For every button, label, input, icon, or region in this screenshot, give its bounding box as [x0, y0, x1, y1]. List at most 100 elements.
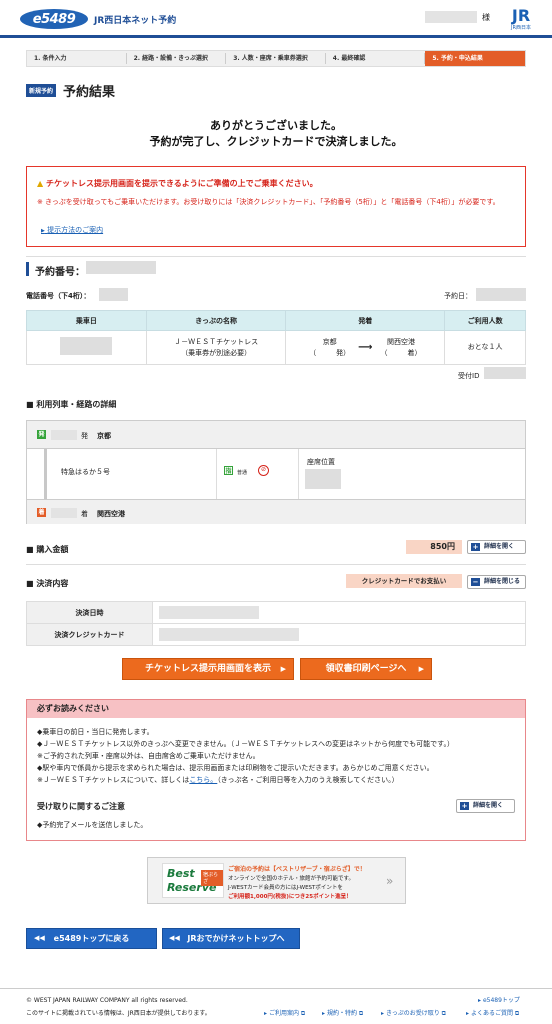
col-route: 発着	[285, 310, 446, 331]
notice-title: ▲ チケットレス提示用画面を提示できるようにご準備の上でご乗車ください。	[37, 178, 318, 189]
purchase-amount-title: ■ 購入金額	[26, 544, 68, 555]
notice-title-text: チケットレス提示用画面を提示できるようにご準備の上でご乗車ください。	[45, 179, 318, 188]
arrival-summary: 関西空港 （着）	[380, 337, 421, 359]
e5489-top-label: e5489トップに戻る	[53, 934, 130, 943]
plus-icon: +	[460, 802, 469, 810]
ticket-note: （乗車券が別途必要）	[181, 348, 252, 357]
payment-date-cell	[152, 601, 526, 624]
payment-card-label: 決済クレジットカード	[26, 623, 153, 646]
jr-logo-sub: JR西日本	[511, 25, 531, 31]
must-read-text: ※Ｊ－ＷＥＳＴチケットレスについて、詳しくは	[37, 776, 190, 784]
jr-logo-mark: JR	[511, 6, 531, 25]
arrival-suffix-label: 着	[81, 510, 88, 518]
square-bullet-icon: ■	[26, 400, 34, 409]
arrival-station: 関西空港	[386, 337, 415, 346]
footer: © WEST JAPAN RAILWAY COMPANY all rights …	[0, 988, 552, 1024]
table-row: 決済クレジットカード	[26, 623, 526, 646]
payment-date-label: 決済日時	[26, 601, 153, 624]
table-row: 決済日時	[26, 601, 526, 624]
user-name	[425, 11, 477, 23]
step-2: 2. 経路・設備・きっぷ選択	[127, 51, 227, 66]
purchase-detail-open-button[interactable]: + 詳細を開く	[467, 540, 526, 554]
step-5-active: 5. 予約・申込結果	[425, 51, 525, 66]
route-line	[44, 449, 47, 499]
arrival-time: （着）	[380, 348, 422, 357]
triangle-right-icon: ▸	[381, 1010, 385, 1017]
step-3: 3. 人数・座席・乗車券選択	[226, 51, 326, 66]
warning-icon: ▲	[37, 179, 44, 188]
must-read-line: ◆Ｊ－ＷＥＳＴチケットレス以外のきっぷへ変更できません。（Ｊ－ＷＥＳＴチケットレ…	[37, 740, 454, 748]
arrow-icon: ⟶	[358, 342, 373, 353]
route-summary: 京都 （発） ⟶ 関西空港 （着）	[286, 337, 444, 359]
col-boarding-date: 乗車日	[26, 310, 147, 331]
pickup-detail-open-label: 詳細を開く	[473, 802, 504, 809]
triangle-right-icon: ▸	[322, 1010, 326, 1017]
header: e5489 JR西日本ネット予約 様 JR JR西日本	[0, 0, 552, 38]
footer-link-text: 規約・特約	[326, 1010, 357, 1017]
square-bullet-icon: ■	[26, 545, 34, 554]
e5489-top-button[interactable]: ◀◀ e5489トップに戻る	[26, 928, 157, 949]
must-read-line: ※ご予約された列車・座席以外は、自由席含めご乗車いただけません。	[37, 752, 260, 760]
triangle-right-icon: ▸	[264, 1010, 268, 1017]
reservation-table: 乗車日 きっぷの名称 発着 ご利用人数 Ｊ－ＷＥＳＴチケットレス （乗車券が別途必…	[26, 310, 526, 365]
footer-link-text: よくあるご質問	[470, 1010, 513, 1017]
best-reserve-banner[interactable]: Best Reserve 宿ぷらざ ご宿泊の予約は【ベストリザーブ・宿ぷらざ】で…	[147, 857, 406, 904]
table-header-row: 乗車日 きっぷの名称 発着 ご利用人数	[26, 310, 526, 331]
best-reserve-logo: Best Reserve 宿ぷらざ	[162, 863, 224, 898]
payment-detail-close-button[interactable]: − 詳細を閉じる	[467, 575, 526, 589]
seat-position-value	[305, 469, 341, 489]
show-ticketless-screen-button[interactable]: チケットレス提示用画面を表示 ▶	[122, 658, 294, 680]
external-link-icon: ⧉	[514, 1010, 520, 1017]
departure-row: 発 発 京都	[27, 421, 525, 449]
must-read-title: 必ずお読みください	[27, 700, 525, 718]
footer-link-pickup[interactable]: ▸ きっぷのお受け取り ⧉	[381, 1008, 446, 1018]
ticketless-info-link[interactable]: こちら。	[189, 776, 217, 784]
banner-line4: ご利用額1,000円(税抜)につき25ポイント進呈！	[228, 894, 352, 900]
arrival-station-name: 関西空港	[97, 510, 125, 518]
display-method-link[interactable]: ▶ 提示方法のご案内	[41, 225, 103, 235]
e5489-logo[interactable]: e5489	[20, 9, 88, 29]
double-chevron-left-icon: ◀◀	[169, 934, 180, 942]
must-read-line: ◆駅や車内で係員から提示を求められた場合は、提示用画面または印刷物をご提示いただ…	[37, 764, 434, 772]
reservation-date-value	[476, 288, 526, 301]
arrow-right-icon: ▶	[418, 665, 424, 673]
step-1: 1. 条件入力	[27, 51, 127, 66]
boarding-date-cell	[26, 330, 147, 365]
footer-link-terms[interactable]: ▸ 規約・特約 ⧉	[322, 1008, 363, 1018]
payment-detail-close-label: 詳細を閉じる	[484, 578, 521, 585]
route-detail-title: ■ 利用列車・経路の詳細	[26, 399, 116, 410]
copyright: © WEST JAPAN RAILWAY COMPANY all rights …	[26, 997, 188, 1004]
display-method-link-text: 提示方法のご案内	[47, 226, 104, 234]
ticketless-notice: ▲ チケットレス提示用画面を提示できるようにご準備の上でご乗車ください。 ※ き…	[26, 166, 526, 247]
pickup-notes-body: ◆予約完了メールを送信しました。	[37, 821, 148, 829]
phone-label: 電話番号（下4桁）：	[26, 292, 91, 300]
triangle-right-icon: ▸	[466, 1010, 470, 1017]
footer-link-guide[interactable]: ▸ ご利用案内 ⧉	[264, 1008, 305, 1018]
col-ticket-name: きっぷの名称	[145, 310, 287, 331]
col-passengers: ご利用人数	[444, 310, 526, 331]
section-marker	[26, 262, 29, 276]
arrival-suffix: 着）	[407, 348, 422, 357]
receipt-print-button[interactable]: 領収書印刷ページへ ▶	[300, 658, 432, 680]
arrival-icon: 着	[37, 508, 46, 517]
disclaimer: このサイトに掲載されている情報は、JR西日本が提供しております。	[26, 1010, 211, 1017]
footer-link-faq[interactable]: ▸ よくあるご質問 ⧉	[466, 1008, 519, 1018]
payment-title: ■ 決済内容	[26, 578, 68, 589]
odekake-top-button[interactable]: ◀◀ JRおでかけネットトップへ	[162, 928, 300, 949]
pickup-detail-open-button[interactable]: + 詳細を開く	[456, 799, 515, 813]
external-link-icon: ⧉	[358, 1010, 364, 1017]
cell-divider	[298, 449, 299, 499]
must-read-panel: 必ずお読みください ◆乗車日の前日・当日に発売します。 ◆Ｊ－ＷＥＳＴチケットレ…	[26, 699, 526, 841]
passengers-cell: おとな１人	[444, 330, 526, 365]
receipt-print-label: 領収書印刷ページへ	[325, 664, 407, 674]
page-title: 予約結果	[63, 85, 116, 100]
minus-icon: −	[471, 578, 480, 586]
must-read-text: （きっぷ名・ご利用日等を入力のうえ検索してください。）	[217, 776, 399, 784]
pickup-notes-title: 受け取りに関するご注意	[37, 802, 125, 811]
arrival-time-value	[51, 508, 77, 518]
banner-line1: ご宿泊の予約は【ベストリザーブ・宿ぷらざ】で！	[228, 866, 366, 873]
ticket-name-cell: Ｊ－ＷＥＳＴチケットレス （乗車券が別途必要）	[145, 330, 287, 365]
footer-e5489-top-link[interactable]: ▸ e5489トップ	[478, 995, 520, 1004]
logo-tag: 宿ぷらざ	[201, 870, 223, 886]
payment-method-badge: クレジットカードでお支払い	[346, 574, 462, 588]
